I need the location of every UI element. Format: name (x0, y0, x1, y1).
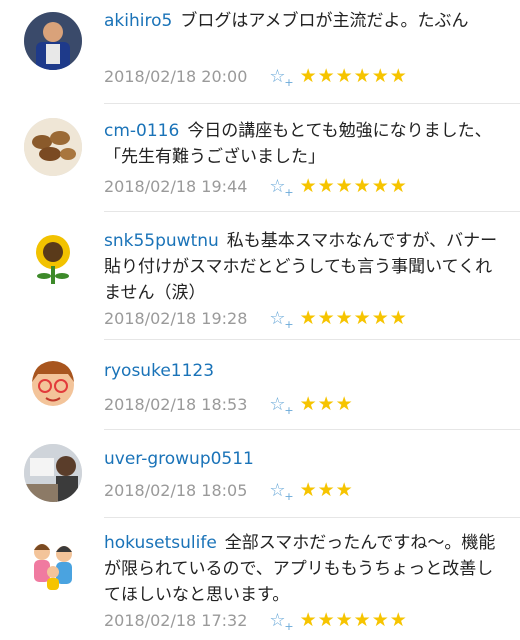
comment-item: snk55puwtnu 私も基本スマホなんですが、バナー貼り付けがスマホだとどうし… (0, 212, 520, 340)
sunflower-icon (24, 228, 82, 286)
username-link[interactable]: akihiro5 (104, 11, 172, 31)
username-link[interactable]: cm-0116 (104, 121, 179, 141)
comment-text: uver-growup0511 (104, 446, 500, 472)
username-link[interactable]: snk55puwtnu (104, 231, 219, 251)
comment-text: hokusetsulife 全部スマホだったんですね〜。機能が限られているので、ア… (104, 530, 500, 608)
avatar-image (24, 118, 82, 176)
comment-meta: 2018/02/18 19:44 ☆ + ★★★★★★ (104, 174, 408, 199)
avatar[interactable] (24, 444, 82, 502)
star-add-icon[interactable]: ☆ + (269, 176, 293, 199)
star-add-icon[interactable]: ☆ + (269, 480, 293, 503)
star-rating: ★★★ (299, 393, 354, 415)
comment-text: ryosuke1123 (104, 358, 500, 384)
avatar-image (24, 12, 82, 70)
avatar-image (24, 444, 82, 502)
star-add-icon[interactable]: ☆ + (269, 610, 293, 633)
comment-meta: 2018/02/18 18:53 ☆ + ★★★ (104, 392, 354, 417)
username-link[interactable]: hokusetsulife (104, 533, 217, 553)
star-rating: ★★★★★★ (299, 307, 408, 329)
avatar[interactable] (24, 12, 82, 70)
comment-meta: 2018/02/18 19:28 ☆ + ★★★★★★ (104, 306, 408, 331)
avatar[interactable] (24, 228, 82, 286)
timestamp: 2018/02/18 20:00 (104, 66, 248, 86)
comment-item: cm-0116 今日の講座もとても勉強になりました、「先生有難うございました」 2… (0, 104, 520, 212)
comment-item: hokusetsulife 全部スマホだったんですね〜。機能が限られているので、ア… (0, 518, 520, 640)
avatar-image (24, 354, 82, 412)
timestamp: 2018/02/18 18:53 (104, 394, 248, 414)
star-rating: ★★★★★★ (299, 609, 408, 631)
comment-meta: 2018/02/18 18:05 ☆ + ★★★ (104, 478, 354, 503)
comment-body: ブログはアメブロが主流だよ。たぶん (180, 11, 469, 31)
comment-text: cm-0116 今日の講座もとても勉強になりました、「先生有難うございました」 (104, 118, 500, 170)
family-icon (24, 534, 82, 592)
star-add-icon[interactable]: ☆ + (269, 394, 293, 417)
comment-item: uver-growup0511 2018/02/18 18:05 ☆ + ★★★ (0, 430, 520, 518)
star-rating: ★★★★★★ (299, 65, 408, 87)
star-add-icon[interactable]: ☆ + (269, 66, 293, 89)
avatar[interactable] (24, 534, 82, 592)
timestamp: 2018/02/18 19:44 (104, 176, 248, 196)
username-link[interactable]: ryosuke1123 (104, 361, 214, 381)
comment-text: snk55puwtnu 私も基本スマホなんですが、バナー貼り付けがスマホだとどうし… (104, 228, 500, 306)
comment-item: ryosuke1123 2018/02/18 18:53 ☆ + ★★★ (0, 340, 520, 430)
comment-meta: 2018/02/18 20:00 ☆ + ★★★★★★ (104, 64, 408, 89)
timestamp: 2018/02/18 17:32 (104, 610, 248, 630)
star-rating: ★★★★★★ (299, 175, 408, 197)
comment-meta: 2018/02/18 17:32 ☆ + ★★★★★★ (104, 608, 408, 633)
avatar[interactable] (24, 354, 82, 412)
timestamp: 2018/02/18 19:28 (104, 308, 248, 328)
star-rating: ★★★ (299, 479, 354, 501)
timestamp: 2018/02/18 18:05 (104, 480, 248, 500)
comment-text: akihiro5 ブログはアメブロが主流だよ。たぶん (104, 8, 500, 34)
star-add-icon[interactable]: ☆ + (269, 308, 293, 331)
avatar[interactable] (24, 118, 82, 176)
username-link[interactable]: uver-growup0511 (104, 449, 254, 469)
comment-item: akihiro5 ブログはアメブロが主流だよ。たぶん 2018/02/18 20:… (0, 0, 520, 104)
